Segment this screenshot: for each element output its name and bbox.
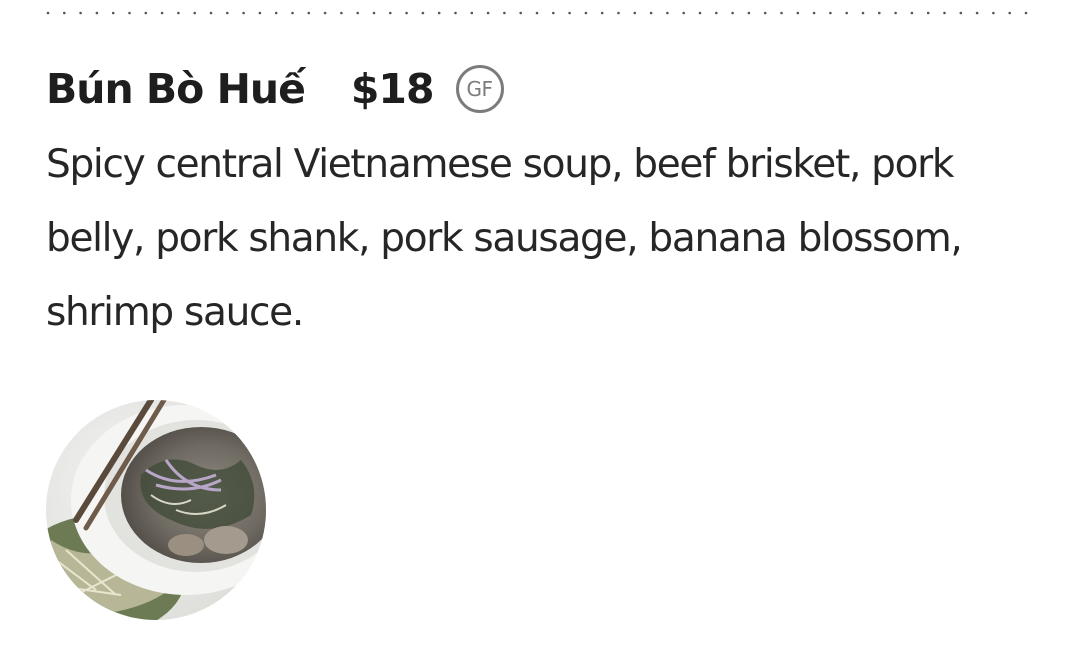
menu-item-price: $18 [350,65,435,113]
menu-item-description: Spicy central Vietnamese soup, beef bris… [46,142,963,335]
menu-item[interactable]: Bún Bò Huế $18 GF Spicy central Vietname… [46,58,1036,350]
soup-bowl-photo-icon [46,400,266,620]
dotted-divider [46,11,1036,15]
menu-item-name: Bún Bò Huế [46,65,306,113]
menu-item-header: Bún Bò Huế $18 GF [46,58,1036,120]
gluten-free-badge: GF [455,65,504,113]
menu-item-photo[interactable] [46,400,266,620]
